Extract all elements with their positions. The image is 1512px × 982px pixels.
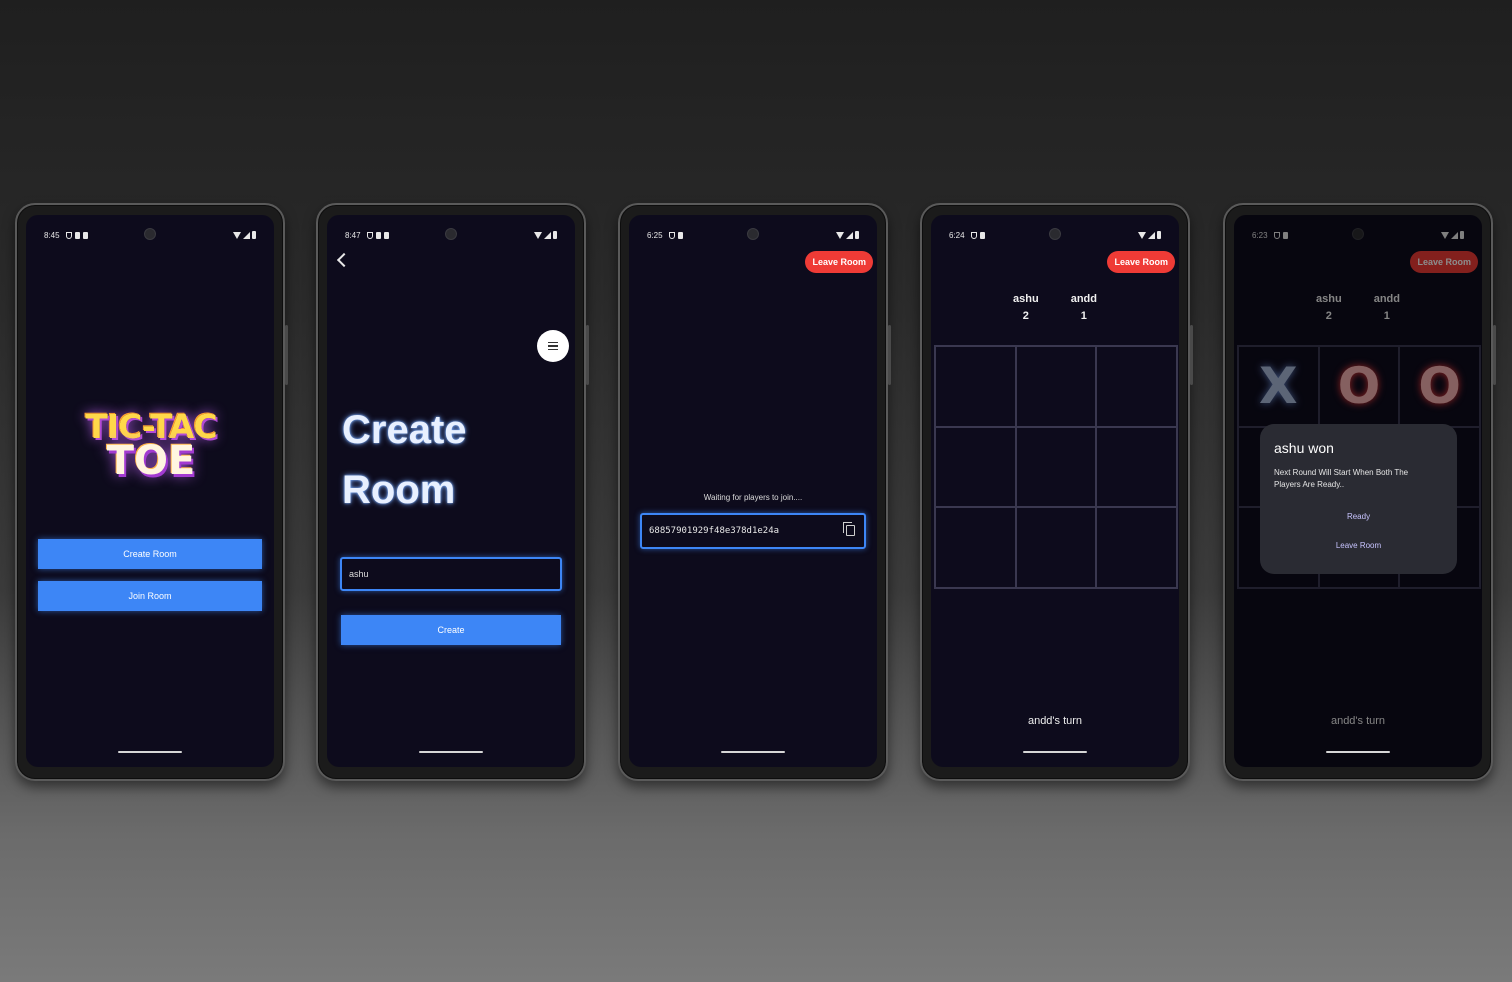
board-cell[interactable]	[935, 507, 1016, 588]
signal-icon	[1148, 231, 1155, 239]
status-time: 8:45	[44, 230, 60, 240]
player-name: ashu	[1013, 293, 1039, 305]
create-room-button[interactable]: Create Room	[38, 539, 262, 569]
shield-icon	[366, 231, 373, 239]
player-name-input[interactable]: ashu	[340, 557, 562, 591]
home-indicator[interactable]	[118, 751, 182, 753]
battery-icon	[252, 231, 256, 239]
home-indicator[interactable]	[1326, 751, 1390, 753]
title-line1: Create	[342, 408, 467, 452]
dialog-leave-room-button[interactable]: Leave Room	[1260, 541, 1457, 550]
board-cell[interactable]	[935, 426, 1016, 508]
player-score: andd 1	[1071, 293, 1097, 322]
shield-icon	[668, 231, 675, 239]
logo-line2: TOE	[106, 438, 196, 484]
board-cell[interactable]	[1096, 507, 1177, 588]
status-time: 8:47	[345, 230, 361, 240]
title-line2: Room	[342, 468, 456, 512]
page-title: Create Room	[342, 400, 467, 520]
join-room-button[interactable]: Join Room	[38, 581, 262, 611]
tic-tac-toe-logo: TIC-TAC TOE	[76, 410, 226, 481]
dialog-message: Next Round Will Start When Both The Play…	[1274, 468, 1409, 489]
board-cell[interactable]	[1015, 426, 1097, 508]
leave-room-button[interactable]: Leave Room	[1107, 251, 1175, 273]
wifi-icon	[233, 231, 241, 239]
sim-icon	[979, 231, 985, 239]
win-dialog: ashu won Next Round Will Start When Both…	[1260, 424, 1457, 574]
front-camera	[144, 228, 156, 240]
player-points: 2	[1022, 310, 1029, 322]
menu-icon	[548, 341, 558, 344]
sim-icon	[677, 231, 683, 239]
win-screen: 6:23 Leave Room ashu 2 andd 1 X O O andd…	[1234, 215, 1482, 767]
front-camera	[445, 228, 457, 240]
phone-home: 8:45 TIC-TAC TOE Create Room Join Room	[15, 203, 288, 781]
front-camera	[1049, 228, 1061, 240]
leave-room-button[interactable]: Leave Room	[805, 251, 873, 273]
home-indicator[interactable]	[1023, 751, 1087, 753]
ready-button[interactable]: Ready	[1260, 512, 1457, 521]
player-points: 1	[1080, 310, 1087, 322]
signal-icon	[544, 231, 551, 239]
game-screen: 6:24 Leave Room ashu 2 andd 1 andd's tur…	[931, 215, 1179, 767]
room-id-value: 68857901929f48e378d1e24a	[649, 526, 780, 536]
sim-icon	[74, 231, 80, 239]
phone-waiting-room: 6:25 Leave Room Waiting for players to j…	[618, 203, 891, 781]
home-indicator[interactable]	[419, 751, 483, 753]
shield-icon	[65, 231, 72, 239]
home-indicator[interactable]	[721, 751, 785, 753]
battery-icon	[1157, 231, 1161, 239]
front-camera	[747, 228, 759, 240]
phone-create-room: 8:47 Create Room ashu Create	[316, 203, 589, 781]
notification-icon	[82, 231, 88, 239]
board-cell[interactable]	[1015, 507, 1097, 588]
room-id-field[interactable]: 68857901929f48e378d1e24a	[640, 513, 866, 549]
signal-icon	[846, 231, 853, 239]
scoreboard: ashu 2 andd 1	[931, 293, 1179, 322]
waiting-screen: 6:25 Leave Room Waiting for players to j…	[629, 215, 877, 767]
turn-indicator: andd's turn	[1027, 715, 1083, 727]
player-score: ashu 2	[1013, 293, 1039, 322]
home-screen: 8:45 TIC-TAC TOE Create Room Join Room	[26, 215, 274, 767]
shield-icon	[970, 231, 977, 239]
notification-icon	[383, 231, 389, 239]
create-button[interactable]: Create	[341, 615, 561, 645]
status-time: 6:24	[949, 230, 965, 240]
create-room-screen: 8:47 Create Room ashu Create	[327, 215, 575, 767]
waiting-text: Waiting for players to join....	[703, 493, 803, 502]
signal-icon	[243, 231, 250, 239]
battery-icon	[855, 231, 859, 239]
board-cell[interactable]	[935, 346, 1016, 427]
menu-button[interactable]	[537, 330, 569, 362]
phone-game-board: 6:24 Leave Room ashu 2 andd 1 andd's tur…	[920, 203, 1193, 781]
wifi-icon	[836, 231, 844, 239]
player-name: andd	[1070, 293, 1097, 305]
dialog-title: ashu won	[1274, 440, 1334, 456]
board-cell[interactable]	[1096, 346, 1177, 427]
board-cell[interactable]	[1015, 346, 1097, 427]
back-arrow-icon[interactable]	[336, 252, 352, 268]
battery-icon	[553, 231, 557, 239]
wifi-icon	[534, 231, 542, 239]
copy-icon[interactable]	[843, 522, 855, 536]
sim-icon	[375, 231, 381, 239]
wifi-icon	[1138, 231, 1146, 239]
game-board	[934, 345, 1178, 589]
status-time: 6:25	[647, 230, 663, 240]
board-cell[interactable]	[1096, 426, 1177, 508]
phone-win-dialog: 6:23 Leave Room ashu 2 andd 1 X O O andd…	[1223, 203, 1496, 781]
